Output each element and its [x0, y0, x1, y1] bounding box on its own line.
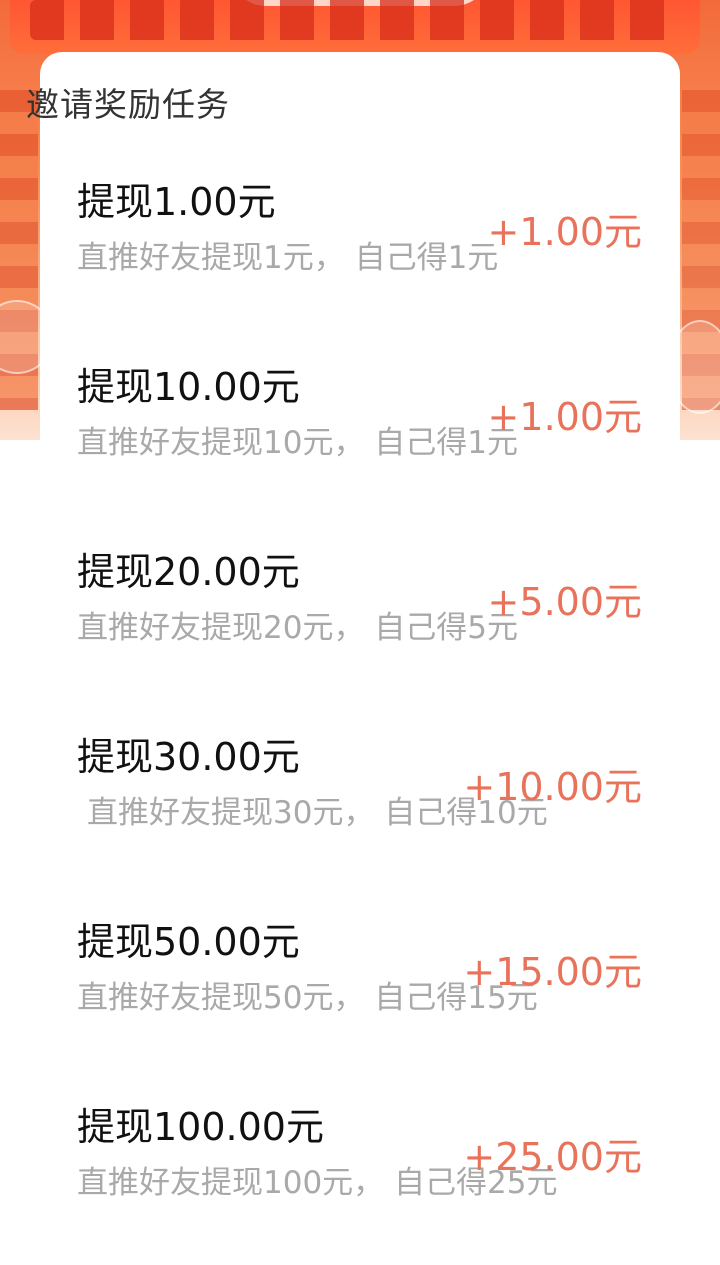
task-reward: +10.00元	[463, 765, 642, 809]
task-item: 提现30.00元 直推好友提现30元， 自己得10元 +10.00元	[0, 733, 720, 873]
task-item: 提现10.00元 直推好友提现10元， 自己得1元 +1.00元	[0, 363, 720, 503]
task-item: 提现50.00元 直推好友提现50元， 自己得15元 +15.00元	[0, 918, 720, 1058]
task-title: 提现50.00元	[77, 920, 300, 964]
task-reward: +5.00元	[487, 580, 642, 624]
task-reward: +25.00元	[463, 1135, 642, 1179]
task-description: 直推好友提现10元， 自己得1元	[77, 425, 519, 461]
task-description: 直推好友提现1元， 自己得1元	[77, 240, 499, 276]
task-reward: +1.00元	[487, 210, 642, 254]
task-item: 提现1.00元 直推好友提现1元， 自己得1元 +1.00元	[0, 178, 720, 318]
promo-banner-strip	[10, 0, 700, 54]
banner-decorative-lettering	[30, 0, 680, 40]
task-title: 提现100.00元	[77, 1105, 324, 1149]
task-reward: +15.00元	[463, 950, 642, 994]
task-item: 提现20.00元 直推好友提现20元， 自己得5元 +5.00元	[0, 548, 720, 688]
task-title: 提现1.00元	[77, 180, 276, 224]
task-description: 直推好友提现20元， 自己得5元	[77, 610, 519, 646]
task-title: 提现30.00元	[77, 735, 300, 779]
task-title: 提现10.00元	[77, 365, 300, 409]
task-reward: +1.00元	[487, 395, 642, 439]
task-item: 提现100.00元 直推好友提现100元， 自己得25元 +25.00元	[0, 1103, 720, 1243]
section-title: 邀请奖励任务	[26, 85, 230, 124]
task-title: 提现20.00元	[77, 550, 300, 594]
